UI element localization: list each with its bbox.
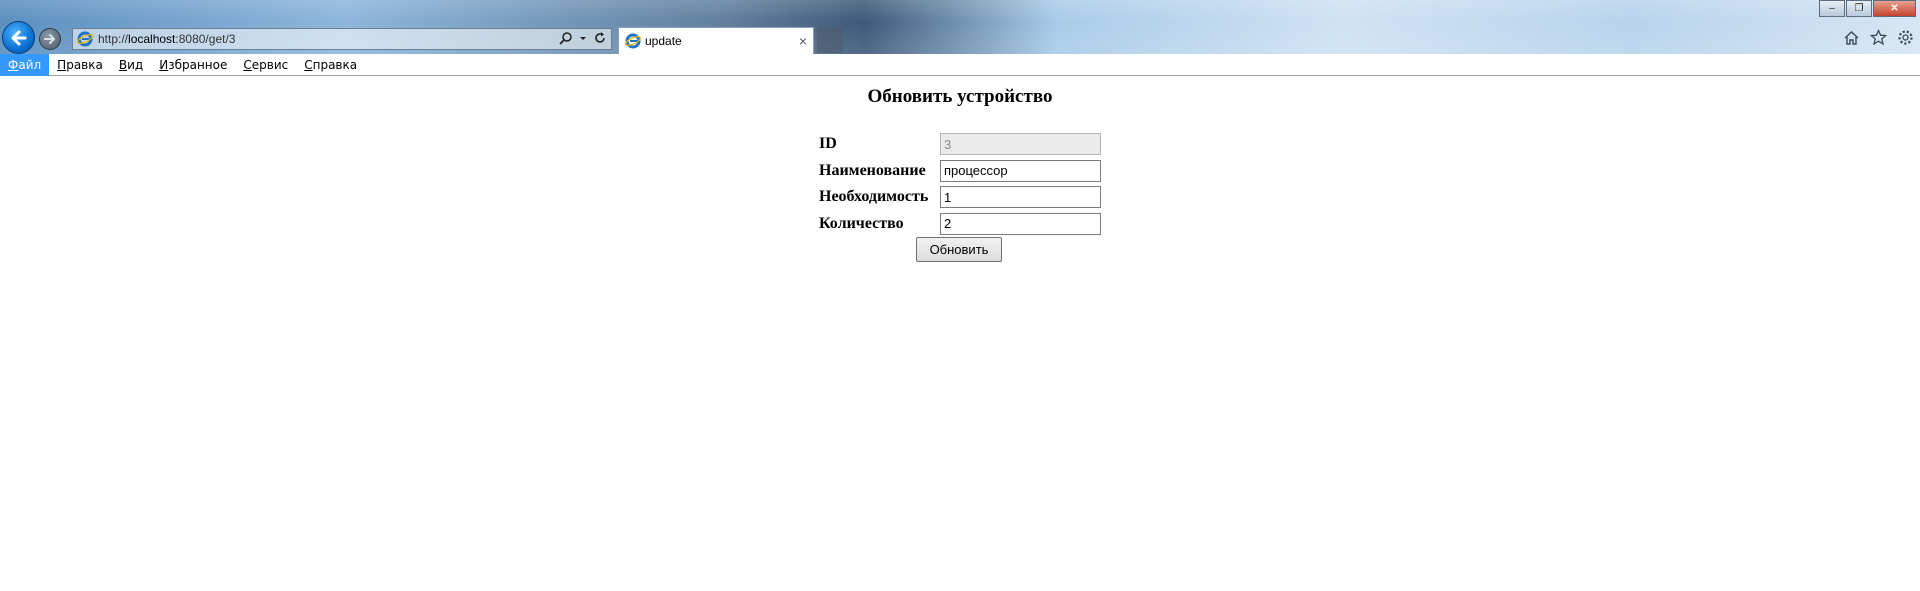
ie-icon bbox=[77, 31, 93, 47]
page-title: Обновить устройство bbox=[867, 86, 1053, 107]
menu-view[interactable]: Вид bbox=[111, 54, 151, 76]
star-icon[interactable] bbox=[1870, 29, 1887, 46]
quantity-field[interactable] bbox=[940, 212, 1101, 235]
address-url[interactable]: http://localhost:8080/get/3 bbox=[98, 32, 235, 46]
update-form: ID Наименование Необходимость Количество bbox=[819, 131, 1101, 237]
menu-edit[interactable]: Правка bbox=[49, 54, 111, 76]
necessity-field[interactable] bbox=[940, 186, 1101, 208]
home-icon[interactable] bbox=[1843, 29, 1860, 46]
necessity-label: Необходимость bbox=[819, 188, 929, 205]
form-row-name: Наименование bbox=[819, 158, 1101, 184]
form-row-id: ID bbox=[819, 131, 1101, 157]
chevron-down-icon[interactable] bbox=[579, 31, 587, 45]
ie-icon bbox=[625, 33, 641, 49]
form-row-quantity: Количество bbox=[819, 211, 1101, 237]
form-row-necessity: Необходимость bbox=[819, 184, 1101, 210]
back-button[interactable] bbox=[2, 21, 35, 54]
browser-chrome: http://localhost:8080/get/3 update × – ❐… bbox=[0, 0, 1920, 54]
update-button[interactable]: Обновить bbox=[916, 237, 1002, 262]
address-bar[interactable]: http://localhost:8080/get/3 bbox=[72, 28, 612, 50]
tab-update[interactable]: update × bbox=[618, 27, 814, 54]
name-field[interactable] bbox=[940, 159, 1101, 182]
restore-button[interactable]: ❐ bbox=[1846, 0, 1872, 17]
menu-help[interactable]: Справка bbox=[296, 54, 365, 76]
minimize-button[interactable]: – bbox=[1819, 0, 1845, 17]
menu-favorites[interactable]: Избранное bbox=[151, 54, 235, 76]
window-controls: – ❐ ✕ bbox=[1818, 0, 1916, 17]
arrow-left-icon bbox=[11, 30, 26, 45]
search-icon[interactable] bbox=[559, 31, 573, 45]
id-field bbox=[940, 133, 1101, 155]
menu-bar: Файл Правка Вид Избранное Сервис Справка bbox=[0, 53, 1920, 76]
new-tab-button[interactable] bbox=[817, 27, 843, 53]
close-icon[interactable]: × bbox=[799, 34, 807, 48]
close-window-button[interactable]: ✕ bbox=[1873, 0, 1916, 17]
forward-button[interactable] bbox=[39, 28, 61, 50]
menu-tools[interactable]: Сервис bbox=[235, 54, 296, 76]
quantity-label: Количество bbox=[819, 214, 904, 232]
id-label: ID bbox=[819, 135, 837, 152]
arrow-right-icon bbox=[44, 34, 55, 44]
gear-icon[interactable] bbox=[1897, 29, 1914, 46]
name-label: Наименование bbox=[819, 161, 926, 179]
refresh-icon[interactable] bbox=[593, 31, 607, 45]
toolbar-right bbox=[1843, 29, 1914, 46]
submit-wrap: Обновить bbox=[916, 237, 1002, 262]
menu-file[interactable]: Файл bbox=[0, 53, 50, 76]
tab-title: update bbox=[645, 34, 682, 48]
